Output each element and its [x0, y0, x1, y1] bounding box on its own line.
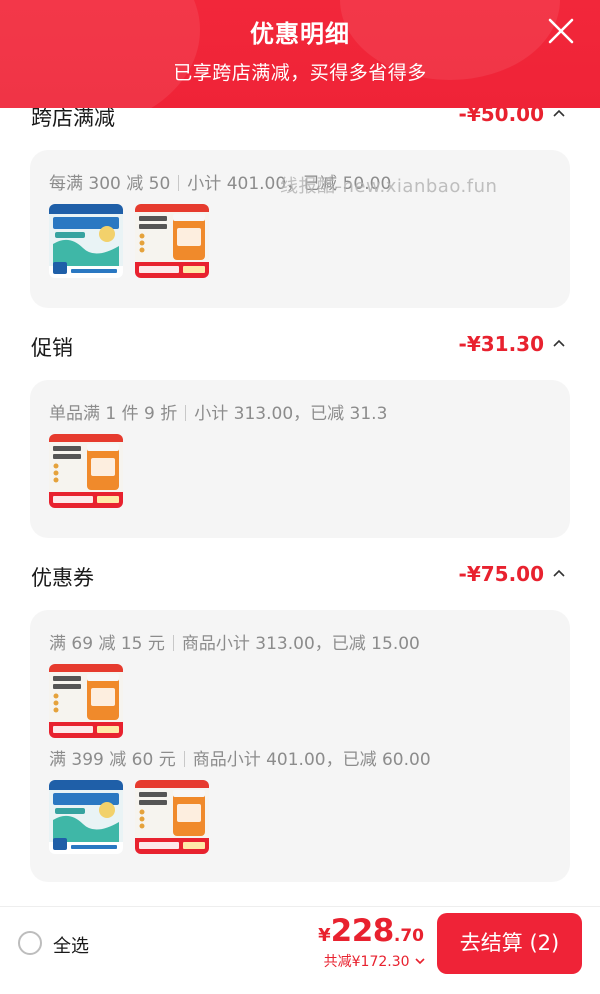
rule-detail: 商品小计 313.00，已减 15.00: [181, 634, 420, 654]
product-thumbnails: [49, 664, 551, 738]
product-thumbnail[interactable]: [135, 204, 209, 278]
product-thumbnail[interactable]: [135, 780, 209, 854]
product-thumbnail[interactable]: [49, 780, 123, 854]
product-image: [135, 204, 209, 278]
divider: [183, 751, 185, 767]
product-thumbnails: [49, 204, 551, 278]
footer-bar: 全选 ¥228.70 共减¥172.30 去结算 (2): [0, 906, 600, 994]
product-thumbnail[interactable]: [49, 664, 123, 738]
divider: [185, 405, 187, 421]
rule-detail: 小计 313.00，已减 31.3: [194, 404, 388, 424]
discount-card: 单品满 1 件 9 折小计 313.00，已减 31.3: [30, 380, 570, 538]
discount-group: 满 399 减 60 元商品小计 401.00，已减 60.00: [49, 748, 551, 854]
section-header[interactable]: 优惠券 -¥75.00: [0, 550, 600, 610]
product-thumbnail[interactable]: [49, 434, 123, 508]
rule-text: 满 69 减 15 元: [49, 634, 165, 654]
discount-group: 满 69 减 15 元商品小计 313.00，已减 15.00: [49, 632, 551, 738]
section-amount: -¥50.00: [458, 108, 544, 126]
section-toggle[interactable]: [550, 108, 568, 122]
product-thumbnails: [49, 780, 551, 854]
close-button[interactable]: [544, 14, 578, 48]
section-amount: -¥75.00: [458, 562, 544, 586]
discount-rule: 单品满 1 件 9 折小计 313.00，已减 31.3: [49, 402, 551, 426]
product-thumbnails: [49, 434, 551, 508]
discount-total: 共减¥172.30: [323, 954, 410, 970]
product-image: [49, 434, 123, 508]
section-title: 促销: [31, 336, 73, 360]
price-decimal: .70: [393, 926, 424, 946]
checkout-button[interactable]: 去结算 (2): [437, 913, 582, 974]
header: 优惠明细 已享跨店满减，买得多省得多: [0, 0, 600, 108]
price-integer: 228: [330, 913, 395, 949]
total-price: ¥228.70: [318, 913, 424, 949]
product-thumbnail[interactable]: [49, 204, 123, 278]
section-header[interactable]: 首购礼金-¥16.00: [0, 894, 600, 906]
chevron-up-icon: [553, 339, 565, 347]
page-subtitle: 已享跨店满减，买得多省得多: [173, 62, 427, 84]
section-header[interactable]: 促销 -¥31.30: [0, 320, 600, 380]
divider: [172, 635, 174, 651]
discount-rule: 满 399 减 60 元商品小计 401.00，已减 60.00: [49, 748, 551, 772]
rule-text: 满 399 减 60 元: [49, 750, 176, 770]
rule-text: 单品满 1 件 9 折: [49, 404, 178, 424]
section-toggle[interactable]: [550, 564, 568, 582]
product-image: [49, 780, 123, 854]
rule-detail: 商品小计 401.00，已减 60.00: [192, 750, 431, 770]
section-amount: -¥31.30: [458, 332, 544, 356]
discount-total-toggle[interactable]: 共减¥172.30: [324, 951, 426, 971]
product-image: [49, 204, 123, 278]
select-all-label[interactable]: 全选: [53, 932, 89, 958]
discount-list[interactable]: 跨店满减 -¥50.00 每满 300 减 50 小计 401.00，已减 50.00…: [0, 108, 600, 906]
chevron-down-icon: [415, 958, 425, 965]
divider: [178, 175, 180, 191]
chevron-up-icon: [553, 569, 565, 577]
discount-group: 单品满 1 件 9 折小计 313.00，已减 31.3: [49, 402, 551, 508]
watermark: 线报酷-new.xianbao.fun: [280, 176, 498, 197]
section-title: 优惠券: [31, 566, 94, 590]
section-toggle[interactable]: [550, 334, 568, 352]
rule-text: 每满 300 减 50: [49, 174, 171, 194]
discount-rule: 满 69 减 15 元商品小计 313.00，已减 15.00: [49, 632, 551, 656]
product-image: [135, 780, 209, 854]
section-header[interactable]: 跨店满减 -¥50.00: [0, 108, 600, 150]
section-title: 跨店满减: [31, 108, 115, 130]
close-icon: [548, 18, 574, 44]
product-image: [49, 664, 123, 738]
select-all-checkbox[interactable]: [18, 931, 42, 955]
page-title: 优惠明细: [250, 20, 350, 48]
price-currency: ¥: [318, 925, 331, 946]
chevron-up-icon: [553, 109, 565, 117]
discount-card: 满 69 减 15 元商品小计 313.00，已减 15.00 满 399 减 6…: [30, 610, 570, 882]
